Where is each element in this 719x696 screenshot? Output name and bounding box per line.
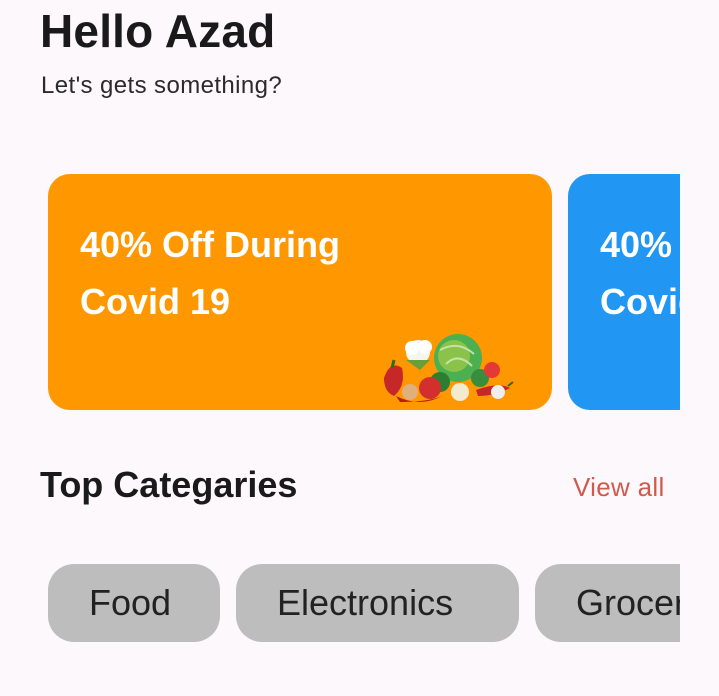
- promo-banner-covid[interactable]: 40% Off During Covid 19: [48, 174, 552, 410]
- view-all-link[interactable]: View all: [573, 472, 665, 503]
- vegetables-image: [384, 334, 514, 402]
- promo-banner-title-line1: 40% Off During: [80, 224, 341, 265]
- promo-banner-title-line2: Covid 19: [600, 281, 680, 322]
- category-chip-food[interactable]: Food: [48, 564, 220, 642]
- category-chips[interactable]: Food Electronics Grocery: [0, 564, 680, 644]
- greeting-title: Hello Azad: [40, 5, 276, 57]
- category-chip-grocery[interactable]: Grocery: [535, 564, 680, 642]
- top-categories-title: Top Categaries: [40, 464, 298, 505]
- greeting-subtitle: Let's gets something?: [41, 72, 283, 99]
- promo-carousel[interactable]: 40% Off During Covid 19 40% Covi: [0, 174, 680, 412]
- promo-banner-title-line2: Covid 19: [80, 281, 231, 322]
- promo-banner-title-line1: 40% Off During: [600, 224, 680, 265]
- category-chip-electronics[interactable]: Electronics: [236, 564, 519, 642]
- promo-banner-second[interactable]: 40% Off During Covid 19: [568, 174, 680, 410]
